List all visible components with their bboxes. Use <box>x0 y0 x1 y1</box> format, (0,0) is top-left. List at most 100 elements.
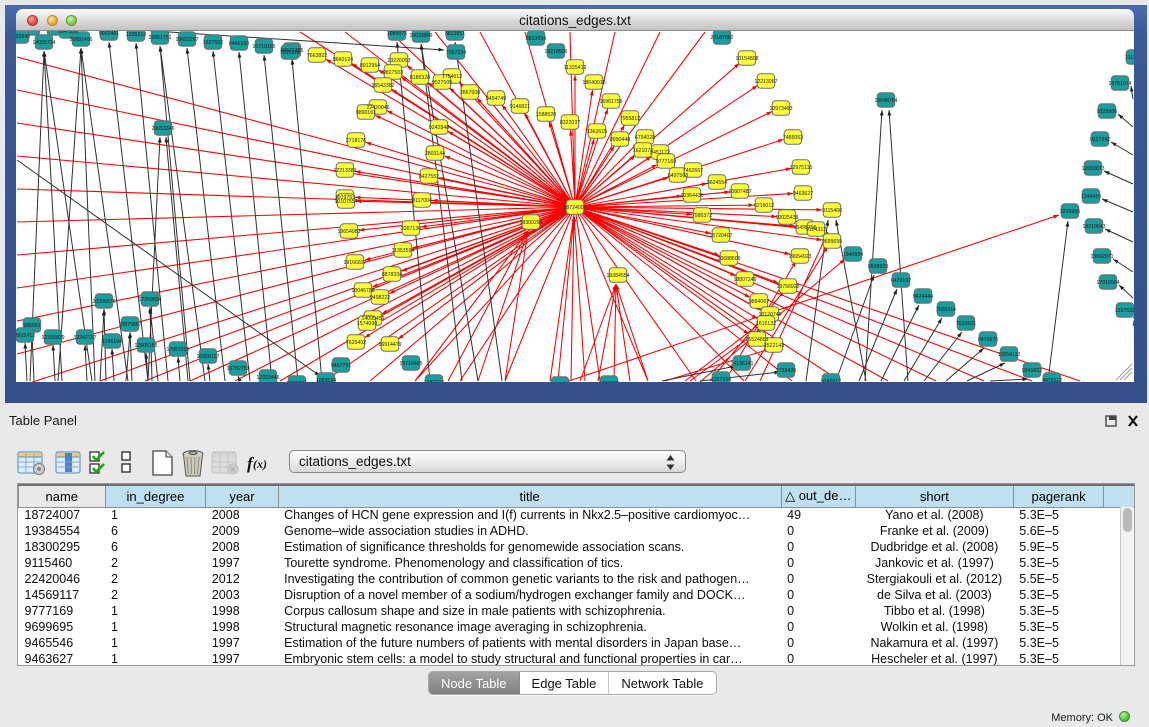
svg-text:16914479: 16914479 <box>378 342 401 348</box>
svg-text:16961758: 16961758 <box>599 99 622 105</box>
svg-text:17957255: 17957255 <box>166 347 189 353</box>
svg-text:3451172: 3451172 <box>650 150 670 156</box>
svg-text:20053346: 20053346 <box>151 126 174 132</box>
svg-text:18724007: 18724007 <box>563 205 586 211</box>
svg-text:20187682: 20187682 <box>710 35 733 41</box>
svg-text:8427552: 8427552 <box>419 174 439 180</box>
svg-text:19166827: 19166827 <box>343 260 366 266</box>
svg-text:20891406: 20891406 <box>69 37 92 43</box>
svg-text:8813951: 8813951 <box>445 31 465 37</box>
svg-text:9699695: 9699695 <box>822 239 842 245</box>
svg-text:9777169: 9777169 <box>656 159 676 165</box>
svg-text:12156829: 12156829 <box>41 335 64 341</box>
svg-text:14136141: 14136141 <box>730 361 753 367</box>
svg-text:23226053: 23226053 <box>387 58 410 64</box>
svg-text:2522143: 2522143 <box>764 343 784 349</box>
svg-text:12213389: 12213389 <box>333 168 356 174</box>
svg-text:9062461: 9062461 <box>99 31 119 37</box>
svg-text:3215955: 3215955 <box>1060 209 1080 215</box>
svg-text:15716485: 15716485 <box>399 361 422 367</box>
svg-text:9245012: 9245012 <box>821 379 841 382</box>
svg-text:19654923: 19654923 <box>788 254 811 260</box>
svg-text:16033809: 16033809 <box>409 33 432 39</box>
svg-text:9120645: 9120645 <box>16 34 30 40</box>
svg-text:1640954: 1640954 <box>843 252 863 258</box>
svg-text:7955812: 7955812 <box>620 116 640 122</box>
svg-text:985061: 985061 <box>23 323 40 329</box>
svg-text:19861751: 19861751 <box>148 35 171 41</box>
svg-text:1588520: 1588520 <box>536 112 556 118</box>
svg-text:7485063: 7485063 <box>783 135 803 141</box>
svg-text:10958127: 10958127 <box>196 354 219 360</box>
svg-text:10653267: 10653267 <box>175 37 198 43</box>
svg-text:10807487: 10807487 <box>728 189 751 195</box>
svg-text:2718176: 2718176 <box>346 138 366 144</box>
svg-text:1282334: 1282334 <box>424 380 444 382</box>
svg-text:16543382: 16543382 <box>371 83 394 89</box>
svg-text:9474444: 9474444 <box>913 294 933 300</box>
svg-text:8471676: 8471676 <box>978 337 998 343</box>
svg-text:7625402: 7625402 <box>346 340 366 346</box>
svg-text:18300295: 18300295 <box>519 220 542 226</box>
svg-text:15692971: 15692971 <box>1090 254 1113 260</box>
svg-text:11353594: 11353594 <box>392 248 415 254</box>
svg-text:19218506: 19218506 <box>544 49 567 55</box>
svg-text:8660124: 8660124 <box>333 57 353 63</box>
svg-text:6479197: 6479197 <box>891 278 911 284</box>
svg-text:12923446: 12923446 <box>256 375 279 381</box>
svg-text:17359934: 17359934 <box>138 297 161 303</box>
svg-text:9463627: 9463627 <box>793 191 813 197</box>
svg-text:10654112: 10654112 <box>998 352 1021 358</box>
svg-text:2803144: 2803144 <box>425 151 445 157</box>
svg-text:12093873: 12093873 <box>1081 166 1104 172</box>
svg-text:12975115: 12975115 <box>790 165 813 171</box>
svg-text:10120746: 10120746 <box>758 312 781 318</box>
svg-text:1527602: 1527602 <box>203 40 223 46</box>
svg-text:8186328: 8186328 <box>410 75 430 81</box>
svg-text:2867608: 2867608 <box>460 90 480 96</box>
svg-text:10719155: 10719155 <box>252 44 275 50</box>
svg-text:11325419: 11325419 <box>564 65 587 71</box>
svg-text:7986372: 7986372 <box>692 213 712 219</box>
svg-text:8322037: 8322037 <box>560 120 580 126</box>
svg-text:18807249: 18807249 <box>733 277 756 283</box>
svg-text:8990448: 8990448 <box>610 137 630 143</box>
svg-text:9884067: 9884067 <box>749 299 769 305</box>
svg-text:10975857: 10975857 <box>118 322 141 328</box>
svg-text:9242848: 9242848 <box>429 125 449 131</box>
svg-text:9227342: 9227342 <box>1090 137 1110 143</box>
svg-text:12342757: 12342757 <box>73 335 96 341</box>
svg-text:10154808: 10154808 <box>735 56 758 62</box>
svg-text:9245652: 9245652 <box>1022 368 1042 374</box>
svg-text:7515526: 7515526 <box>280 50 300 56</box>
svg-text:12213967: 12213967 <box>754 79 777 85</box>
svg-text:9827503: 9827503 <box>383 70 403 76</box>
svg-text:19654983: 19654983 <box>337 229 360 235</box>
svg-text:1989975: 1989975 <box>387 31 407 37</box>
svg-text:7462667: 7462667 <box>683 168 703 174</box>
svg-text:16648784: 16648784 <box>874 98 897 104</box>
svg-text:2935114: 2935114 <box>936 307 956 313</box>
svg-text:9146821: 9146821 <box>510 104 530 110</box>
svg-text:16210643: 16210643 <box>1082 224 1105 230</box>
svg-text:9457412: 9457412 <box>599 381 619 382</box>
svg-text:6466160: 6466160 <box>229 41 249 47</box>
svg-text:9115460: 9115460 <box>822 208 842 214</box>
svg-text:7663822: 7663822 <box>307 53 327 59</box>
svg-text:15720407: 15720407 <box>709 233 732 239</box>
svg-text:14055724: 14055724 <box>32 40 55 46</box>
svg-text:1112045: 1112045 <box>1125 55 1134 61</box>
svg-text:7357224: 7357224 <box>446 50 466 56</box>
svg-text:1167532: 1167532 <box>1115 308 1134 314</box>
svg-text:3624554: 3624554 <box>707 180 727 186</box>
svg-text:8938923: 8938923 <box>868 264 888 270</box>
svg-text:1335213: 1335213 <box>126 32 146 38</box>
svg-text:9890161: 9890161 <box>356 110 376 116</box>
svg-text:18640910: 18640910 <box>582 80 605 86</box>
svg-text:1093534: 1093534 <box>316 378 336 382</box>
svg-text:10046786: 10046786 <box>351 288 374 294</box>
svg-text:1733426: 1733426 <box>776 368 796 374</box>
svg-text:1574099: 1574099 <box>357 321 377 327</box>
svg-text:10107554: 10107554 <box>334 199 357 205</box>
svg-text:(x): (x) <box>253 457 267 471</box>
